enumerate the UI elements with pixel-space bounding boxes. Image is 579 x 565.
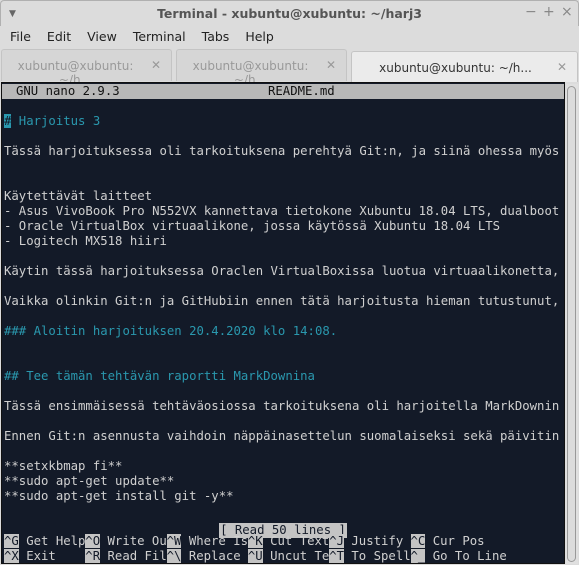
line-text: Vaikka olinkin Git:n ja GitHubiin ennen … xyxy=(4,294,565,308)
tab-2[interactable]: xubuntu@xubuntu: ~/h... ✕ xyxy=(176,49,347,87)
text-line: # Harjoitus 3 xyxy=(4,114,100,129)
shortcut-label: Cut Text xyxy=(270,534,330,548)
line-text: Käytettävät laitteet xyxy=(4,189,153,203)
shortcut-label: Write Out xyxy=(107,534,175,548)
shortcut-key: ^\ xyxy=(166,549,182,563)
text-line: Tässä ensimmäisessä tehtäväosiossa tarko… xyxy=(4,399,565,414)
shortcut-write-out[interactable]: ^O Write Out xyxy=(85,534,174,549)
shortcut-label: Where Is xyxy=(188,534,249,548)
shortcut-label: Read File xyxy=(107,549,175,563)
line-text: Harjoitus 3 xyxy=(11,114,101,128)
shortcut-key: ^O xyxy=(85,534,101,548)
text-line: - Asus VivoBook Pro N552VX kannettava ti… xyxy=(4,204,565,219)
shortcut-label: To Spell xyxy=(351,549,411,563)
shortcut-exit[interactable]: ^X Exit xyxy=(4,549,56,563)
text-line: **setxkbmap fi** xyxy=(4,459,122,474)
text-line: - Logitech MX518 hiiri xyxy=(4,234,167,249)
shortcut-key: ^C xyxy=(410,534,426,548)
menu-file[interactable]: File xyxy=(4,26,37,48)
shortcut-cut-text[interactable]: ^K Cut Text xyxy=(247,534,330,549)
text-line: Tässä harjoituksessa oli tarkoituksena p… xyxy=(4,144,565,159)
text-line: Käytin tässä harjoituksessa Oraclen Virt… xyxy=(4,264,565,279)
text-line: **sudo apt-get update** xyxy=(4,474,174,489)
nano-filename: README.md xyxy=(268,84,335,98)
shortcut-to-spell[interactable]: ^T To Spell xyxy=(329,549,411,563)
shortcut-go-to-line[interactable]: ^_ Go To Line xyxy=(410,549,507,563)
line-text: **sudo apt-get install git -y** xyxy=(4,489,234,503)
shortcut-get-help[interactable]: ^G Get Help xyxy=(4,534,85,549)
text-line: Vaikka olinkin Git:n ja GitHubiin ennen … xyxy=(4,294,565,309)
line-text: - Logitech MX518 hiiri xyxy=(4,234,167,248)
window-title: Terminal - xubuntu@xubuntu: ~/harj3 xyxy=(157,6,422,21)
line-text: **sudo apt-get update** xyxy=(4,474,175,488)
shortcut-key: ^J xyxy=(329,534,344,548)
line-text: **setxkbmap fi** xyxy=(4,459,123,473)
terminal-area[interactable]: GNU nano 2.9.3 README.md # Harjoitus 3 Täs… xyxy=(1,82,565,564)
shortcut-key: ^G xyxy=(4,534,19,548)
nano-version: GNU nano 2.9.3 xyxy=(16,84,120,98)
text-line: ## Tee tämän tehtävän raportti MarkDowni… xyxy=(4,369,315,384)
line-text: Tässä harjoituksessa oli tarkoituksena p… xyxy=(4,144,565,158)
shortcut-label: Exit xyxy=(26,549,56,563)
line-text: - Asus VivoBook Pro N552VX kannettava ti… xyxy=(4,204,565,218)
close-icon[interactable]: × xyxy=(561,4,573,20)
status-line: [ Read 50 lines ] xyxy=(2,519,564,538)
nano-header: GNU nano 2.9.3 README.md xyxy=(2,84,564,99)
close-tab-icon[interactable]: ✕ xyxy=(557,60,567,74)
shortcut-key: ^K xyxy=(247,534,263,548)
shortcut-label: Cur Pos xyxy=(432,534,485,548)
shortcut-cur-pos[interactable]: ^C Cur Pos xyxy=(410,534,485,549)
text-line: **sudo apt-get install git -y** xyxy=(4,489,234,504)
text-line: ### Aloitin harjoituksen 20.4.2020 klo 1… xyxy=(4,324,337,339)
text-line: Käytettävät laitteet xyxy=(4,189,152,204)
shortcut-key: ^U xyxy=(247,549,263,563)
shortcut-label: Go To Line xyxy=(432,549,507,563)
line-text: Ennen Git:n asennusta vaihdoin näppäinas… xyxy=(4,429,565,443)
line-text: ### Aloitin harjoituksen 20.4.2020 klo 1… xyxy=(4,324,338,338)
shortcut-label: Get Help xyxy=(26,534,86,548)
line-text: Käytin tässä harjoituksessa Oraclen Virt… xyxy=(4,264,565,278)
shortcut-key: ^X xyxy=(4,549,19,563)
tab-label: xubuntu@xubuntu: ~/h... xyxy=(379,61,532,75)
shortcut-justify[interactable]: ^J Justify xyxy=(329,534,403,549)
menu-help[interactable]: Help xyxy=(239,26,280,48)
menu-tabs[interactable]: Tabs xyxy=(196,26,236,48)
line-text: - Oracle VirtualBox virtuaalikone, jossa… xyxy=(4,219,501,233)
close-tab-icon[interactable]: ✕ xyxy=(326,58,336,72)
shortcut-key: ^T xyxy=(329,549,344,563)
shortcut-where-is[interactable]: ^W Where Is xyxy=(166,534,249,549)
shortcut-read-file[interactable]: ^R Read File xyxy=(85,549,175,563)
tab-bar: xubuntu@xubuntu: ~/h... ✕ xubuntu@xubuntu… xyxy=(0,49,579,87)
shortcut-replace[interactable]: ^\ Replace xyxy=(166,549,241,563)
shortcut-label: Justify xyxy=(351,534,404,548)
close-tab-icon[interactable]: ✕ xyxy=(151,58,161,72)
shortcut-label: Replace xyxy=(188,549,241,563)
menu-bar: File Edit View Terminal Tabs Help xyxy=(0,26,579,48)
title-bar: ▼ Terminal - xubuntu@xubuntu: ~/harj3 − … xyxy=(0,0,579,26)
scrollbar-thumb[interactable] xyxy=(567,86,576,562)
tab-3-active[interactable]: xubuntu@xubuntu: ~/h... ✕ xyxy=(351,51,578,82)
line-text: Tässä ensimmäisessä tehtäväosiossa tarko… xyxy=(4,399,565,413)
menu-view[interactable]: View xyxy=(81,26,123,48)
text-line: - Oracle VirtualBox virtuaalikone, jossa… xyxy=(4,219,500,234)
line-text: ## Tee tämän tehtävän raportti MarkDowni… xyxy=(4,369,315,383)
shortcut-key: ^_ xyxy=(410,549,426,563)
minimize-icon[interactable]: − xyxy=(525,4,537,20)
maximize-icon[interactable]: + xyxy=(543,4,555,20)
scrollbar[interactable] xyxy=(566,84,578,564)
menu-edit[interactable]: Edit xyxy=(41,26,77,48)
shortcut-key: ^W xyxy=(166,534,182,548)
shortcut-key: ^R xyxy=(85,549,101,563)
text-line: Ennen Git:n asennusta vaihdoin näppäinas… xyxy=(4,429,565,444)
tab-1[interactable]: xubuntu@xubuntu: ~/h... ✕ xyxy=(1,49,172,87)
menu-terminal[interactable]: Terminal xyxy=(127,26,192,48)
